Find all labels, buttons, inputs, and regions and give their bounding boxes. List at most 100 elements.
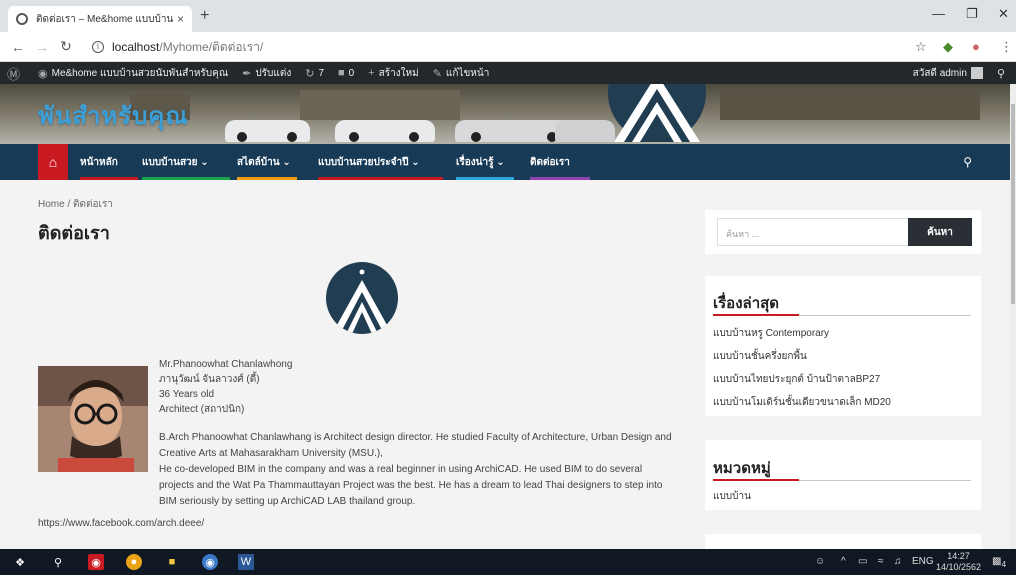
breadcrumb-current: ติดต่อเรา — [73, 199, 113, 210]
avatar — [970, 67, 983, 79]
recent-post-link[interactable]: แบบบ้านชั้นครึ่งยกพื้น — [713, 349, 807, 364]
reload-icon[interactable]: ↻ — [54, 38, 78, 55]
bio-thai-name: ภานุวัฒน์ จันลาวงศ์ (ดี้) — [159, 374, 260, 385]
banner-car — [225, 120, 310, 142]
address-bar[interactable]: i localhost /Myhome/ติดต่อเรา/ — [92, 36, 932, 58]
browser-toolbar: ← → ↻ i localhost /Myhome/ติดต่อเรา/ ☆ ◆… — [0, 32, 1016, 62]
pencil-icon: ✎ — [432, 67, 442, 80]
home-button[interactable]: ⌂ — [38, 144, 68, 180]
bio-paragraph: B.Arch Phanoowhat Chanlawhang is Archite… — [159, 432, 672, 507]
close-window-icon[interactable]: ✕ — [998, 6, 1009, 22]
scrollbar-thumb[interactable] — [1011, 104, 1015, 304]
recent-post-link[interactable]: แบบบ้านไทยประยุกต์ บ้านป้าตาลBP27 — [713, 372, 880, 387]
bio-details: Mr.Phanoowhat Chanlawhong ภานุวัฒน์ จันล… — [159, 357, 292, 417]
bio-age: 36 Years old — [159, 389, 215, 400]
back-icon[interactable]: ← — [6, 39, 30, 55]
admin-search-icon[interactable]: ⚲ — [990, 67, 1016, 80]
category-link[interactable]: แบบบ้าน — [713, 489, 751, 504]
admin-account[interactable]: สวัสดี admin — [906, 66, 990, 81]
facebook-link[interactable]: https://www.facebook.com/arch.deee/ — [38, 518, 204, 529]
company-logo — [326, 262, 398, 334]
app-icon[interactable]: ◉ — [88, 554, 104, 570]
app-icon[interactable]: ◉ — [202, 554, 218, 570]
admin-edit-page[interactable]: ✎ แก้ไขหน้า — [426, 66, 497, 81]
word-icon[interactable]: W — [238, 554, 254, 570]
windows-start-icon[interactable]: ❖ — [12, 554, 28, 570]
dashboard-icon: ◉ — [38, 67, 48, 80]
extension-icon[interactable]: ◆ — [943, 39, 953, 55]
breadcrumb: Home / ติดต่อเรา — [38, 199, 113, 210]
wifi-icon[interactable]: ≈ — [878, 556, 884, 567]
nav-item-house-designs[interactable]: แบบบ้านสวย ⌄ — [142, 144, 230, 180]
breadcrumb-home[interactable]: Home — [38, 199, 65, 210]
categories-title: หมวดหมู่ — [713, 460, 771, 477]
header-banner: พันสำหรับคุณ — [0, 84, 1010, 144]
menu-kebab-icon[interactable]: ⋮ — [1000, 39, 1013, 55]
recent-post-link[interactable]: แบบบ้านโมเดิร์นชั้นเดียวขนาดเล็ก MD20 — [713, 395, 891, 410]
recent-post-link[interactable]: แบบบ้านหรู Contemporary — [713, 326, 829, 341]
page-title: ติดต่อเรา — [38, 223, 110, 243]
recent-posts-title: เรื่องล่าสุด — [713, 295, 780, 312]
main-navigation: ⌂ หน้าหลัก แบบบ้านสวย ⌄ สไตล์บ้าน ⌄ แบบบ… — [0, 144, 1010, 180]
url-path: /Myhome/ติดต่อเรา/ — [159, 39, 264, 54]
admin-comments[interactable]: ■ 0 — [331, 67, 361, 79]
brush-icon: ✒ — [242, 67, 252, 80]
search-icon[interactable]: ⚲ — [963, 155, 972, 169]
page-content: Home / ติดต่อเรา ติดต่อเรา Mr.Phanoowhat… — [0, 180, 1010, 549]
home-icon: ⌂ — [48, 154, 58, 170]
refresh-icon: ↻ — [305, 67, 315, 80]
battery-icon[interactable]: ▭ — [858, 556, 867, 567]
chrome-icon[interactable]: ● — [126, 554, 142, 570]
sidebar-widget — [705, 534, 981, 549]
taskbar-clock[interactable]: 14:27 14/10/2562 — [936, 551, 981, 573]
close-tab-icon[interactable]: × — [177, 12, 184, 26]
tab-title: ติดต่อเรา – Me&home แบบบ้านสวยนับพันสำหร… — [36, 13, 173, 25]
widget-divider — [713, 479, 971, 481]
bio-name: Mr.Phanoowhat Chanlawhong — [159, 359, 293, 370]
site-title[interactable]: พันสำหรับคุณ — [38, 96, 189, 135]
widget-divider — [713, 314, 971, 316]
browser-tab-strip: ติดต่อเรา – Me&home แบบบ้านสวยนับพันสำหร… — [0, 0, 1016, 32]
globe-icon — [16, 13, 28, 25]
minimize-icon[interactable]: — — [932, 6, 945, 21]
forward-icon[interactable]: → — [30, 39, 54, 55]
browser-tab[interactable]: ติดต่อเรา – Me&home แบบบ้านสวยนับพันสำหร… — [8, 6, 192, 32]
search-widget: ค้นหา ... ค้นหา — [705, 210, 981, 254]
nav-item-articles[interactable]: เรื่องน่ารู้ ⌄ — [456, 144, 514, 180]
nav-item-contact[interactable]: ติดต่อเรา — [530, 144, 590, 180]
info-icon[interactable]: i — [92, 41, 104, 53]
banner-house — [720, 90, 980, 120]
admin-updates[interactable]: ↻ 7 — [298, 67, 331, 80]
url-host: localhost — [112, 40, 160, 54]
banner-house — [300, 90, 460, 120]
wp-admin-bar: Ⓜ ◉ Me&home แบบบ้านสวยนับพันสำหรับคุณ ✒ … — [0, 62, 1016, 84]
language-indicator[interactable]: ENG — [912, 556, 934, 567]
plus-icon: + — [368, 67, 375, 79]
nav-item-home[interactable]: หน้าหลัก — [80, 144, 138, 180]
banner-car — [555, 120, 615, 142]
search-icon[interactable]: ⚲ — [50, 554, 66, 570]
file-explorer-icon[interactable]: ■ — [164, 554, 180, 570]
wordpress-logo-icon[interactable]: Ⓜ — [0, 64, 31, 83]
notification-icon[interactable]: ▩4 — [992, 556, 1006, 569]
recent-posts-widget: เรื่องล่าสุด แบบบ้านหรู Contemporary แบบ… — [705, 276, 981, 416]
page-scrollbar[interactable] — [1010, 84, 1016, 549]
nav-item-yearly[interactable]: แบบบ้านสวยประจำปี ⌄ — [318, 144, 443, 180]
search-button[interactable]: ค้นหา — [908, 218, 972, 246]
admin-new[interactable]: + สร้างใหม่ — [361, 66, 425, 81]
nav-item-styles[interactable]: สไตล์บ้าน ⌄ — [237, 144, 297, 180]
tray-chevron-icon[interactable]: ^ — [841, 556, 846, 567]
profile-icon[interactable]: ● — [972, 39, 980, 54]
comment-icon: ■ — [338, 67, 345, 79]
restore-icon[interactable]: ❐ — [966, 6, 978, 22]
admin-site-name[interactable]: ◉ Me&home แบบบ้านสวยนับพันสำหรับคุณ — [31, 66, 235, 81]
profile-photo — [38, 366, 148, 472]
admin-customize[interactable]: ✒ ปรับแต่ง — [235, 66, 298, 81]
new-tab-button[interactable]: + — [200, 7, 209, 25]
people-icon[interactable]: ☺ — [815, 556, 825, 567]
volume-icon[interactable]: ♫ — [894, 556, 902, 567]
bookmark-star-icon[interactable]: ☆ — [915, 39, 927, 55]
search-input[interactable]: ค้นหา ... — [717, 218, 909, 246]
windows-taskbar: ❖ ⚲ ◉ ● ■ ◉ W ☺ ^ ▭ ≈ ♫ ENG 14:27 14/10/… — [0, 549, 1016, 575]
banner-car — [335, 120, 435, 142]
